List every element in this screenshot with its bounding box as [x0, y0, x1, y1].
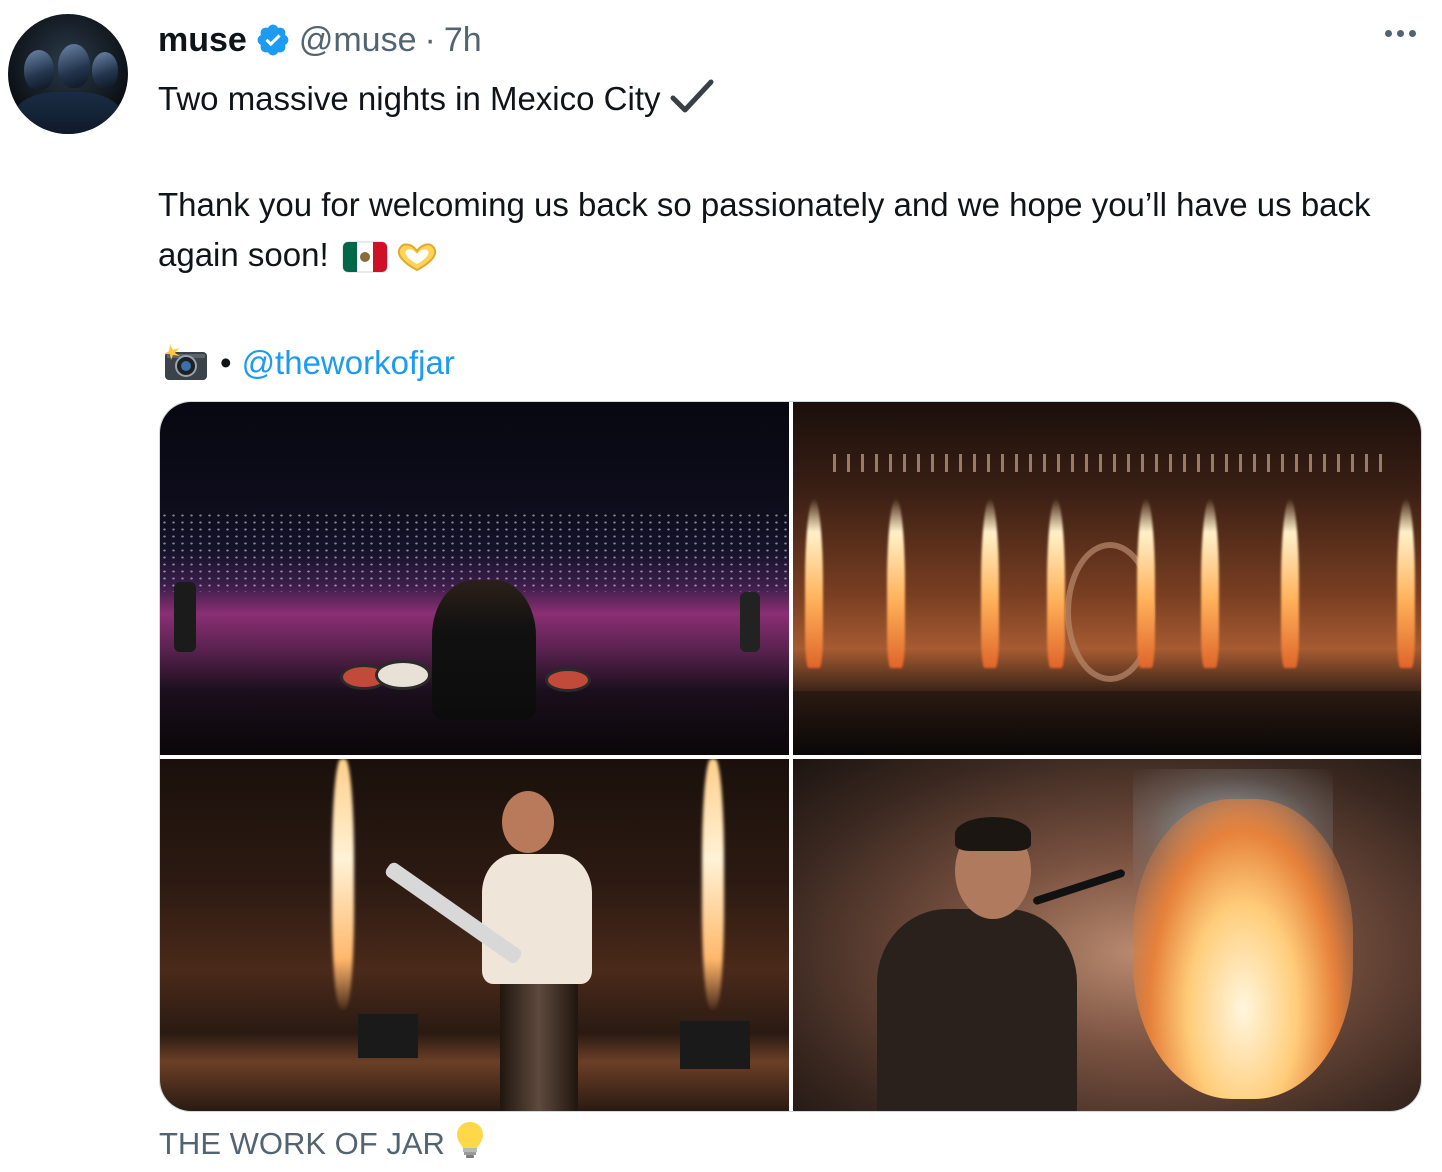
- photo-detail: [702, 758, 724, 1009]
- heart-hands-icon: [392, 238, 442, 288]
- photo-detail: [832, 454, 1393, 472]
- photo-detail: [358, 1013, 418, 1058]
- media-caption: THE WORK OF JAR: [159, 1122, 485, 1164]
- photo-detail: [1132, 798, 1353, 1099]
- tweet-line: Two massive nights in Mexico City: [158, 74, 1418, 130]
- photo-detail: [1280, 498, 1299, 668]
- media-grid: [159, 401, 1422, 1112]
- author-name[interactable]: muse: [158, 21, 247, 60]
- mention-link[interactable]: @theworkofjar: [242, 344, 455, 381]
- photo-detail: [502, 790, 554, 853]
- credit-bullet: •: [220, 344, 232, 381]
- caption-text: THE WORK OF JAR: [159, 1126, 445, 1161]
- photo-detail: [680, 1020, 750, 1069]
- tweet-timestamp[interactable]: 7h: [444, 21, 482, 60]
- photo-detail: [500, 980, 578, 1111]
- photo-detail: [954, 816, 1031, 851]
- photo-detail: [1200, 498, 1219, 668]
- photo-detail: [545, 668, 591, 692]
- photo-guitarist-pyro[interactable]: [160, 758, 789, 1111]
- header-separator: ·: [424, 20, 436, 59]
- photo-detail: [740, 592, 760, 652]
- avatar-figure: [14, 92, 122, 134]
- mexico-flag-icon: [342, 238, 388, 288]
- photo-stage-pyro[interactable]: [792, 402, 1421, 755]
- camera-flash-icon: [162, 342, 210, 396]
- avatar[interactable]: [8, 14, 128, 134]
- photo-detail: [804, 498, 823, 668]
- tweet-header: muse @muse · 7h: [158, 20, 482, 60]
- photo-detail: [174, 582, 196, 652]
- check-mark-icon: [669, 78, 715, 130]
- photo-bassist-fire[interactable]: [792, 758, 1421, 1111]
- more-options-icon[interactable]: [1381, 26, 1420, 41]
- photo-detail: [980, 498, 999, 668]
- photo-detail: [1046, 498, 1065, 668]
- photo-detail: [886, 498, 905, 668]
- tweet: muse @muse · 7h Two massive nights in Me…: [0, 0, 1442, 1172]
- tweet-line: Thank you for welcoming us back so passi…: [158, 180, 1418, 288]
- photo-detail: [1031, 867, 1126, 906]
- verified-badge-icon: [255, 22, 291, 58]
- tweet-line-text: Thank you for welcoming us back so passi…: [158, 186, 1371, 273]
- photo-detail: [1396, 498, 1415, 668]
- avatar-figure: [92, 52, 118, 88]
- photo-credit: • @theworkofjar: [158, 338, 1418, 396]
- photo-detail: [792, 690, 1421, 755]
- photo-detail: [876, 908, 1077, 1111]
- author-handle[interactable]: @muse: [299, 21, 417, 60]
- tweet-line-text: Two massive nights in Mexico City: [158, 80, 661, 117]
- photo-detail: [432, 580, 536, 720]
- photo-detail: [375, 660, 431, 690]
- avatar-figure: [58, 44, 90, 88]
- photo-detail: [332, 758, 354, 1009]
- photo-detail: [1136, 498, 1155, 668]
- photo-drummer-stadium[interactable]: [160, 402, 789, 755]
- photo-detail: [482, 853, 592, 984]
- light-bulb-icon: [455, 1120, 485, 1168]
- avatar-figure: [24, 50, 54, 90]
- tweet-text: Two massive nights in Mexico City Thank …: [158, 74, 1418, 396]
